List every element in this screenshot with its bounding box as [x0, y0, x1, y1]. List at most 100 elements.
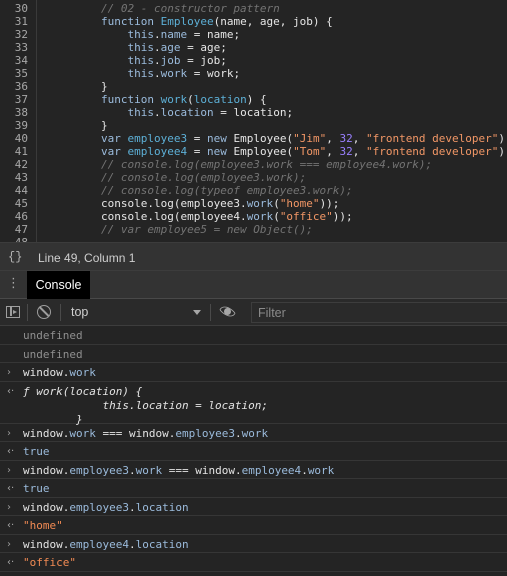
code-text: console.log(employee4.work("office")); — [48, 210, 353, 223]
result-value: "home" — [23, 519, 63, 533]
prompt-chevron-icon: › — [7, 427, 11, 439]
filter-input[interactable] — [251, 302, 507, 323]
token: work — [307, 463, 335, 477]
code-line: 46 console.log(employee4.work("office"))… — [0, 210, 507, 223]
console-messages[interactable]: undefined undefined › window.work ‹· ƒ work(l… — [0, 326, 507, 576]
code-text: function work(location) { — [48, 93, 267, 106]
token: window. — [23, 366, 70, 379]
line-number: 46 — [14, 210, 28, 223]
expression-text: window.employee4.location — [23, 538, 189, 552]
code-token: = job; — [180, 54, 227, 67]
token: . — [128, 463, 136, 477]
more-options-icon[interactable]: ⋮ — [7, 276, 20, 292]
code-line: 38 this.location = location; — [0, 106, 507, 119]
token: work — [135, 463, 163, 477]
code-token: this — [127, 28, 154, 41]
code-token: = location; — [213, 106, 294, 119]
token: "office" — [23, 556, 76, 569]
token: . — [128, 500, 136, 514]
code-token: this — [127, 67, 154, 80]
code-token: var — [100, 132, 121, 145]
code-token: )); — [319, 197, 340, 210]
code-token: "home" — [279, 197, 320, 210]
code-line: 37 function work(location) { — [0, 93, 507, 106]
code-token: var — [100, 145, 121, 158]
token: true — [23, 482, 50, 495]
code-token: // console.log(typeof employee3.work); — [100, 184, 353, 197]
line-number: 35 — [14, 67, 28, 80]
code-text: var employee4 = new Employee("Tom", 32, … — [48, 145, 507, 158]
context-selector[interactable]: top — [62, 299, 207, 325]
function-source-line: ƒ work(location) { — [23, 384, 143, 398]
code-line: 34 this.job = job; — [0, 54, 507, 67]
code-line: 35 this.work = work; — [0, 67, 507, 80]
code-token: ) { — [246, 93, 267, 106]
code-token: new — [206, 145, 227, 158]
line-number: 47 — [14, 223, 28, 236]
line-number: 33 — [14, 41, 28, 54]
token: "home" — [23, 519, 63, 532]
token: employee3 — [69, 463, 129, 477]
code-token: // 02 - constructor pattern — [100, 2, 280, 15]
line-number: 45 — [14, 197, 28, 210]
code-token: ); — [498, 145, 507, 158]
line-number: 40 — [14, 132, 28, 145]
clear-console-icon[interactable] — [37, 305, 51, 319]
code-token: console.log(employee3. — [48, 197, 247, 210]
context-label: top — [71, 305, 89, 319]
log-text: undefined — [23, 347, 83, 361]
toolbar-divider — [60, 304, 61, 321]
code-line: 47 // var employee5 = new Object(); — [0, 223, 507, 236]
prompt-chevron-icon: › — [7, 538, 11, 550]
code-text: this.work = work; — [48, 67, 240, 80]
token: window. — [23, 537, 70, 551]
sidebar-toggle-icon[interactable] — [6, 306, 20, 318]
code-token: work — [160, 93, 188, 106]
code-editor[interactable]: 30 // 02 - constructor pattern 31 functio… — [0, 0, 507, 242]
code-token: Employee — [160, 15, 214, 28]
code-token: = name; — [187, 28, 241, 41]
line-number: 32 — [14, 28, 28, 41]
console-result-entry: ‹· "home" — [0, 516, 507, 535]
code-token: this — [127, 106, 154, 119]
token: . — [128, 537, 136, 551]
code-token: // console.log(employee3.work === employ… — [100, 158, 433, 171]
code-text: console.log(employee3.work("home")); — [48, 197, 339, 210]
code-token: , — [352, 145, 366, 158]
code-line: 31 function Employee(name, age, job) { — [0, 15, 507, 28]
toolbar-divider — [27, 304, 28, 321]
code-token: , — [326, 145, 340, 158]
pretty-print-icon[interactable]: {} — [8, 250, 22, 264]
tab-console[interactable]: Console — [27, 271, 90, 299]
code-token: "frontend developer" — [365, 132, 499, 145]
expression-text: window.work — [23, 366, 96, 380]
code-token: Employee( — [226, 145, 294, 158]
code-text: // console.log(typeof employee3.work); — [48, 184, 353, 197]
line-number: 39 — [14, 119, 28, 132]
console-log-entry: undefined — [0, 345, 507, 363]
token: . — [301, 463, 308, 477]
token: work — [69, 426, 96, 440]
code-token: (name, age, job) { — [213, 15, 333, 28]
code-token: function — [100, 15, 154, 28]
code-text: this.name = name; — [48, 28, 240, 41]
token: work — [69, 366, 96, 379]
code-token: . — [153, 28, 161, 41]
token: employee3 — [175, 426, 235, 440]
code-token: )); — [332, 210, 353, 223]
console-input-entry: › window.employee3.location — [0, 498, 507, 516]
code-token: Employee( — [226, 132, 294, 145]
code-token: . — [153, 41, 161, 54]
code-line: 43 // console.log(employee3.work); — [0, 171, 507, 184]
console-toolbar: top — [0, 299, 507, 326]
toolbar-divider — [210, 304, 211, 321]
code-token: work — [246, 210, 274, 223]
code-token: ( — [273, 210, 280, 223]
